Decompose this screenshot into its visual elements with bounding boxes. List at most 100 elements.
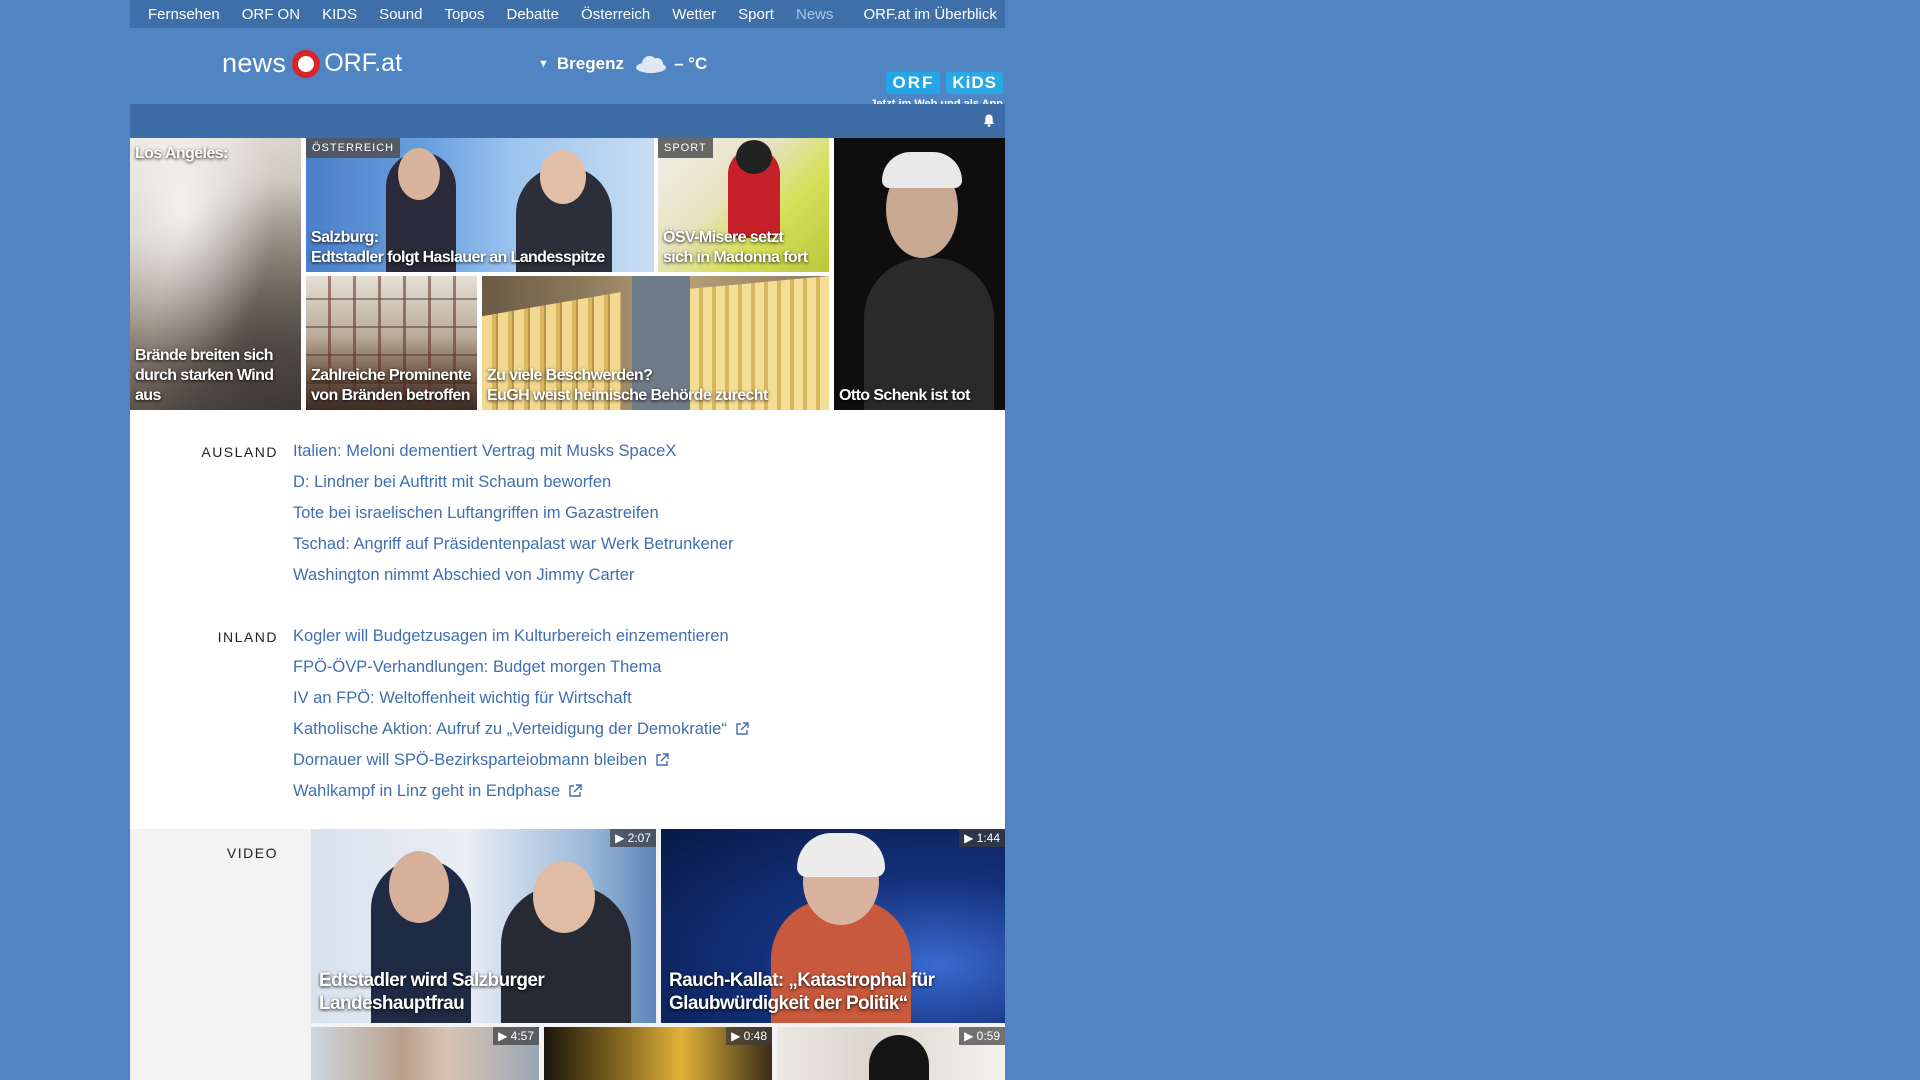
video-teaser-small-1[interactable]: ▶ 4:57 [311, 1027, 539, 1080]
caption-line: Edtstadler wird Salzburger [319, 970, 545, 991]
story-link[interactable]: IV an FPÖ: Weltoffenheit wichtig für Wir… [293, 687, 632, 709]
list-item: Washington nimmt Abschied von Jimmy Cart… [293, 564, 734, 595]
video-duration-badge: ▶ 0:48 [726, 1027, 772, 1045]
teaser-caption: Otto Schenk ist tot [839, 387, 970, 404]
external-link-icon [569, 784, 582, 797]
ausland-list: Italien: Meloni dementiert Vertrag mit M… [293, 440, 734, 595]
section-label-inland: INLAND [217, 629, 278, 645]
person-face [398, 148, 440, 200]
teaser-caption: Zahlreiche Prominente von Bränden betrof… [311, 366, 472, 406]
caption-line: Landeshauptfrau [319, 993, 465, 1014]
story-link-text: Wahlkampf in Linz geht in Endphase [293, 782, 561, 800]
story-link[interactable]: FPÖ-ÖVP-Verhandlungen: Budget morgen The… [293, 656, 661, 678]
video-duration-badge: ▶ 2:07 [610, 829, 656, 847]
story-link[interactable]: Italien: Meloni dementiert Vertrag mit M… [293, 440, 676, 462]
duration-text: 0:48 [743, 1029, 767, 1043]
teaser-los-angeles[interactable]: Los Angeles: Brände breiten sich durch s… [130, 138, 301, 410]
nav-orf-on[interactable]: ORF ON [242, 6, 300, 23]
external-link-icon [656, 753, 669, 766]
section-badge: ÖSTERREICH [306, 138, 401, 158]
teaser-caption: Brände breiten sich durch starken Wind a… [135, 347, 274, 404]
teaser-caption: Zu viele Beschwerden? EuGH weist heimisc… [487, 366, 768, 406]
logo-news-text: news [222, 48, 287, 78]
nav-wetter[interactable]: Wetter [672, 6, 716, 23]
weather-widget[interactable]: ▼ Bregenz – °C [538, 54, 707, 74]
caption-line: Zahlreiche Prominente [311, 367, 472, 384]
weather-temperature: – °C [673, 54, 708, 73]
external-link-icon [736, 722, 749, 735]
caption-line: Edtstadler folgt Haslauer an Landesspitz… [311, 249, 605, 266]
video-duration-badge: ▶ 0:59 [959, 1027, 1005, 1045]
nav-sound[interactable]: Sound [379, 6, 422, 23]
teaser-eugh[interactable]: Zu viele Beschwerden? EuGH weist heimisc… [482, 276, 829, 410]
kids-badge: KiDS [946, 72, 1003, 94]
duration-text: 2:07 [627, 831, 651, 845]
nav-orf-overview[interactable]: ORF.at im Überblick [864, 6, 997, 23]
story-link[interactable]: Tote bei israelischen Luftangriffen im G… [293, 502, 659, 524]
top-navigation: Fernsehen ORF ON KIDS Sound Topos Debatt… [130, 0, 1005, 28]
site-header: news ORF.at ▼ Bregenz – °C ORF KiDS Jetz… [130, 28, 1005, 110]
orf-badge: ORF [886, 72, 941, 94]
story-link-text: Dornauer will SPÖ-Bezirksparteiobmann bl… [293, 751, 648, 769]
story-link-external[interactable]: Wahlkampf in Linz geht in Endphase [293, 780, 582, 802]
duration-text: 4:57 [510, 1029, 534, 1043]
section-badge: SPORT [658, 138, 713, 158]
nav-kids[interactable]: KIDS [322, 6, 357, 23]
nav-fernsehen[interactable]: Fernsehen [148, 6, 220, 23]
video-teaser-small-3[interactable]: ▶ 0:59 [777, 1027, 1005, 1080]
bell-icon[interactable] [983, 114, 995, 127]
dropdown-triangle-icon: ▼ [538, 58, 549, 70]
video-caption: Rauch-Kallat: „Katastrophal für Glaubwür… [669, 969, 935, 1015]
story-link-external[interactable]: Katholische Aktion: Aufruf zu „Verteidig… [293, 718, 749, 740]
video-caption: Edtstadler wird Salzburger Landeshauptfr… [319, 969, 545, 1015]
teaser-sport[interactable]: SPORT ÖSV-Misere setzt sich in Madonna f… [658, 138, 829, 272]
nav-debatte[interactable]: Debatte [506, 6, 559, 23]
story-link-external[interactable]: Dornauer will SPÖ-Bezirksparteiobmann bl… [293, 749, 669, 771]
caption-line: Glaubwürdigkeit der Politik“ [669, 993, 908, 1014]
person-face [533, 861, 595, 933]
section-label-ausland: AUSLAND [201, 444, 278, 460]
person-face [389, 851, 449, 923]
nav-topos[interactable]: Topos [444, 6, 484, 23]
caption-line: Zu viele Beschwerden? [487, 367, 653, 384]
list-item: Wahlkampf in Linz geht in Endphase [293, 780, 749, 811]
teaser-prominente[interactable]: Zahlreiche Prominente von Bränden betrof… [306, 276, 477, 410]
duration-text: 1:44 [976, 831, 1000, 845]
teaser-mosaic: Los Angeles: Brände breiten sich durch s… [130, 138, 1005, 410]
video-teaser-rauch-kallat[interactable]: ▶ 1:44 Rauch-Kallat: „Katastrophal für G… [661, 829, 1005, 1023]
weather-location: Bregenz [556, 54, 624, 73]
video-duration-badge: ▶ 1:44 [959, 829, 1005, 847]
nav-sport[interactable]: Sport [738, 6, 774, 23]
story-link[interactable]: Kogler will Budgetzusagen im Kulturberei… [293, 625, 729, 647]
teaser-caption-top: Los Angeles: [135, 145, 228, 162]
video-teaser-small-2[interactable]: ▶ 0:48 [544, 1027, 772, 1080]
story-link[interactable]: Washington nimmt Abschied von Jimmy Cart… [293, 564, 634, 586]
teaser-otto-schenk[interactable]: Otto Schenk ist tot [834, 138, 1005, 410]
section-label-video: VIDEO [226, 845, 278, 861]
teaser-salzburg[interactable]: ÖSTERREICH Salzburg: Edtstadler folgt Ha… [306, 138, 654, 272]
video-teaser-edtstadler[interactable]: ▶ 2:07 Edtstadler wird Salzburger Landes… [311, 829, 656, 1023]
inland-group: INLAND Kogler will Budgetzusagen im Kult… [130, 625, 1005, 811]
notification-bar [130, 104, 1005, 138]
list-item: D: Lindner bei Auftritt mit Schaum bewor… [293, 471, 734, 502]
white-hair [882, 152, 962, 188]
caption-line: Salzburg: [311, 229, 379, 246]
video-duration-badge: ▶ 4:57 [493, 1027, 539, 1045]
duration-text: 0:59 [976, 1029, 1000, 1043]
story-link[interactable]: D: Lindner bei Auftritt mit Schaum bewor… [293, 471, 611, 493]
white-hair [797, 833, 885, 877]
news-lists: AUSLAND Italien: Meloni dementiert Vertr… [130, 410, 1005, 829]
news-orf-logo[interactable]: news ORF.at [222, 48, 402, 79]
nav-news[interactable]: News [796, 6, 834, 23]
orf-eye-icon [292, 49, 321, 78]
list-item: IV an FPÖ: Weltoffenheit wichtig für Wir… [293, 687, 749, 718]
ausland-group: AUSLAND Italien: Meloni dementiert Vertr… [130, 440, 1005, 595]
list-item: Katholische Aktion: Aufruf zu „Verteidig… [293, 718, 749, 749]
list-item: Kogler will Budgetzusagen im Kulturberei… [293, 625, 749, 656]
nav-oesterreich[interactable]: Österreich [581, 6, 650, 23]
story-link-text: Katholische Aktion: Aufruf zu „Verteidig… [293, 720, 727, 738]
list-item: Dornauer will SPÖ-Bezirksparteiobmann bl… [293, 749, 749, 780]
story-link[interactable]: Tschad: Angriff auf Präsidentenpalast wa… [293, 533, 734, 555]
page-container: Fernsehen ORF ON KIDS Sound Topos Debatt… [130, 0, 1005, 1080]
caption-line: ÖSV-Misere setzt [663, 229, 784, 246]
